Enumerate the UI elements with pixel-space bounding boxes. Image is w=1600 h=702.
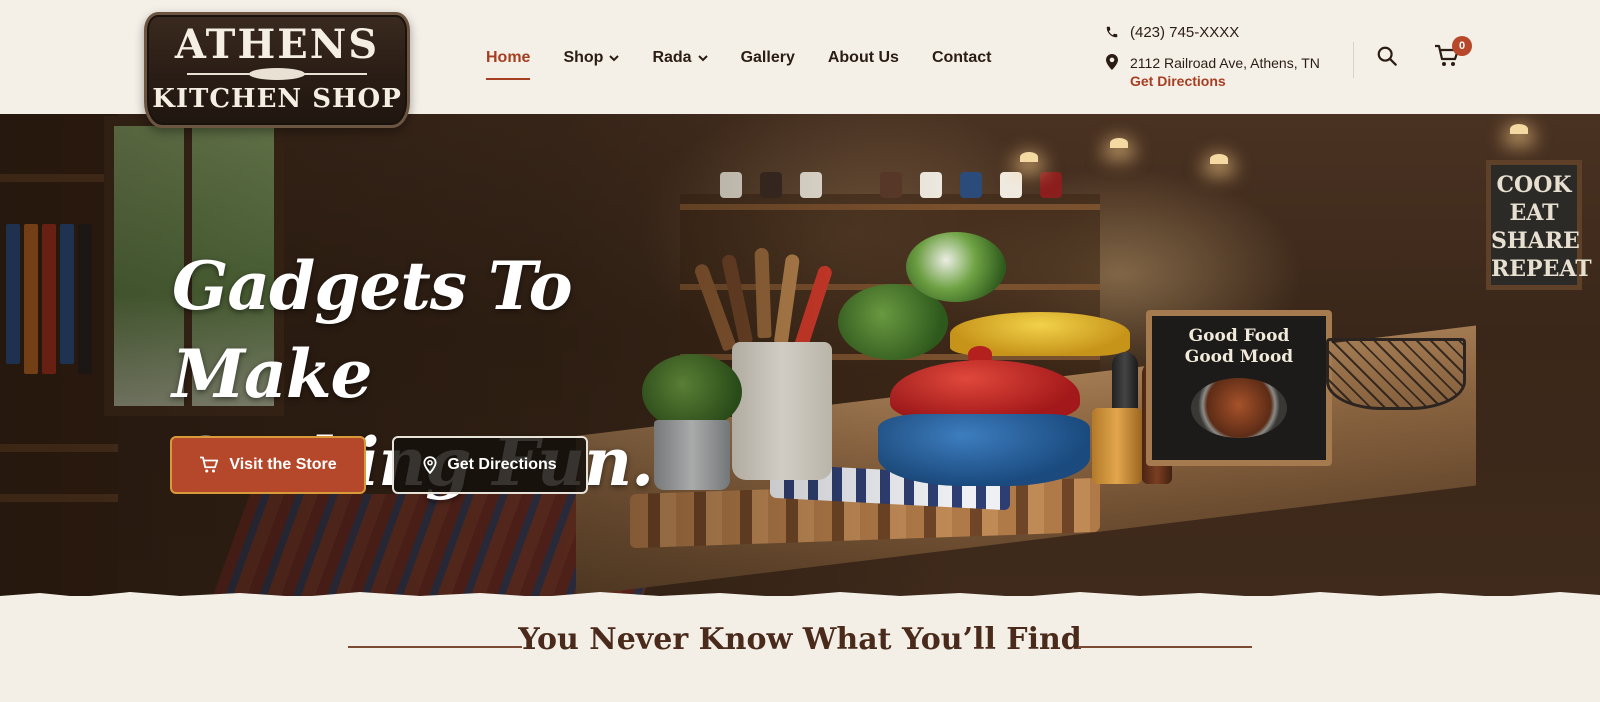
get-directions-label: Get Directions	[447, 456, 557, 473]
spoon-icon	[187, 67, 367, 81]
search-icon	[1377, 46, 1397, 66]
get-directions-button[interactable]: Get Directions	[392, 436, 588, 494]
chevron-down-icon	[697, 54, 708, 61]
nav-item-shop[interactable]: Shop	[563, 46, 620, 70]
header-divider	[1353, 42, 1354, 78]
nav-item-gallery[interactable]: Gallery	[741, 46, 795, 70]
section-heading: You Never Know What You’ll Find	[0, 602, 1600, 702]
nav-item-label: About Us	[827, 49, 899, 66]
nav-item-about-us[interactable]: About Us	[828, 46, 899, 70]
address-row: 2112 Railroad Ave, Athens, TN Get Direct…	[1102, 54, 1342, 90]
map-pin-icon	[423, 456, 437, 474]
chalkboard-sign: COOK EAT SHARE REPEAT	[1486, 160, 1592, 290]
visit-store-button[interactable]: Visit the Store	[170, 436, 366, 494]
torn-paper-edge	[0, 592, 1600, 602]
nav-item-label: Rada	[652, 49, 692, 66]
section-title: You Never Know What You’ll Find	[518, 622, 1082, 657]
phone-icon	[1102, 25, 1122, 39]
hero-photo-jar	[1092, 408, 1142, 484]
nav-item-home[interactable]: Home	[486, 46, 531, 80]
phone-row: (423) 745-XXXX	[1102, 20, 1342, 44]
nav-item-label: Shop	[563, 49, 604, 66]
main-nav: Home Shop Rada Gallery About Us Contact	[486, 46, 1025, 80]
hero-photo-basket	[1326, 338, 1466, 410]
address-text: 2112 Railroad Ave, Athens, TN	[1130, 55, 1320, 71]
hero-photo-blue-pot	[878, 414, 1090, 486]
get-directions-link[interactable]: Get Directions	[1130, 72, 1320, 90]
heading-rule-right	[1078, 646, 1252, 648]
nav-item-contact[interactable]: Contact	[932, 46, 992, 70]
visit-store-label: Visit the Store	[229, 456, 337, 473]
logo-subtitle: KITCHEN SHOP	[152, 84, 402, 114]
search-button[interactable]	[1376, 45, 1400, 69]
cart-count-badge: 0	[1452, 36, 1472, 56]
logo-title: ATHENS	[174, 21, 380, 68]
nav-item-rada[interactable]: Rada	[652, 46, 708, 70]
hero-photo-cookbook: Good Food Good Mood	[1146, 310, 1332, 466]
nav-item-label: Contact	[931, 49, 992, 66]
site-header: ATHENS KITCHEN SHOP Home Shop Rada Galle…	[0, 0, 1600, 128]
chevron-down-icon	[609, 54, 620, 61]
hero-photo-shelf	[0, 114, 118, 596]
contact-info: (423) 745-XXXX 2112 Railroad Ave, Athens…	[1102, 20, 1342, 90]
address-block: 2112 Railroad Ave, Athens, TN Get Direct…	[1130, 54, 1320, 90]
phone-number[interactable]: (423) 745-XXXX	[1130, 24, 1239, 41]
store-logo[interactable]: ATHENS KITCHEN SHOP	[144, 12, 410, 128]
hero-banner: COOK EAT SHARE REPEAT Good Food Good Moo…	[0, 114, 1600, 596]
nav-item-label: Home	[486, 49, 531, 66]
nav-item-label: Gallery	[740, 49, 795, 66]
map-pin-icon	[1102, 54, 1122, 70]
cart-icon	[200, 456, 219, 473]
